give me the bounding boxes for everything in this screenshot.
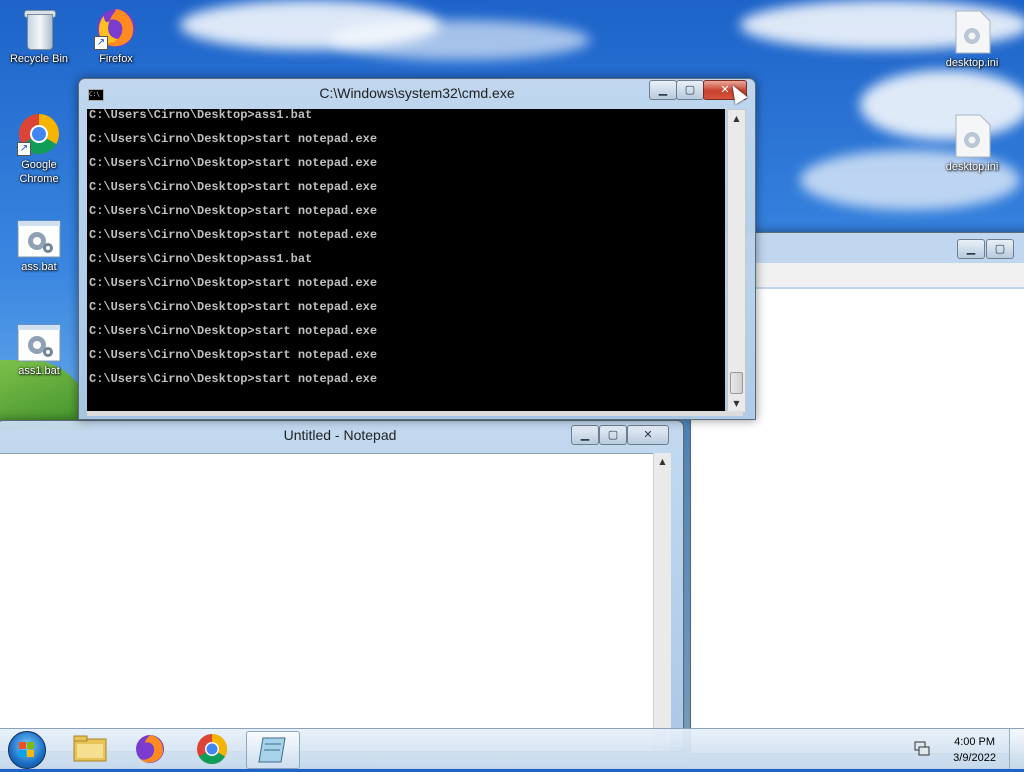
folder-icon [73, 735, 107, 762]
desktop-icon-chrome[interactable]: ↗ Google Chrome [1, 112, 77, 186]
desktop-icon-label: desktop.ini [945, 161, 999, 173]
minimize-button[interactable]: ▁ [571, 425, 599, 445]
vertical-scrollbar[interactable]: ▲ [653, 453, 671, 751]
desktop-icon-label: ass.bat [21, 261, 57, 273]
notepad-text-area[interactable] [0, 453, 671, 751]
taskbar-explorer[interactable] [64, 731, 116, 767]
notepad-icon [258, 737, 286, 763]
desktop-icon-desktop-ini-1[interactable]: desktop.ini [934, 10, 1010, 70]
cmd-window[interactable]: C:\ C:\Windows\system32\cmd.exe ▁ ▢ ✕ C:… [78, 78, 756, 420]
maximize-button[interactable]: ▢ [986, 239, 1014, 259]
notepad-window[interactable]: Untitled - Notepad ▁ ▢ ✕ ▲ [0, 420, 684, 752]
desktop-icon-label: Recycle Bin [9, 53, 69, 65]
batch-file-icon [17, 220, 61, 258]
desktop-icon-ass-bat[interactable]: ass.bat [1, 220, 77, 274]
scroll-up-arrow-icon[interactable]: ▲ [728, 110, 745, 127]
system-clock[interactable]: 4:00 PM 3/9/2022 [953, 734, 996, 766]
clock-date: 3/9/2022 [953, 752, 996, 764]
desktop-icon-label: ass1.bat [18, 365, 60, 377]
minimize-button[interactable]: ▁ [649, 80, 677, 100]
network-icon[interactable] [913, 741, 931, 757]
chrome-icon: ↗ [17, 112, 61, 156]
desktop-icon-label: Firefox [99, 53, 133, 65]
start-button[interactable] [8, 731, 46, 769]
vertical-scrollbar[interactable]: ▲ ▼ [727, 109, 746, 413]
windows-logo-icon [19, 742, 35, 758]
taskbar-firefox[interactable] [124, 731, 176, 767]
desktop-icon-ass1-bat[interactable]: ass1.bat [1, 324, 77, 378]
horizontal-scrollbar[interactable] [87, 411, 743, 416]
console-text: C:\Users\Cirno\Desktop>ass1.bat C:\Users… [89, 109, 378, 386]
minimize-button[interactable]: ▁ [957, 239, 985, 259]
maximize-button[interactable]: ▢ [676, 80, 704, 100]
settings-file-icon [952, 10, 992, 54]
scroll-down-arrow-icon[interactable]: ▼ [728, 395, 745, 412]
desktop-icon-recycle-bin[interactable]: Recycle Bin [1, 6, 77, 66]
taskbar: 4:00 PM 3/9/2022 [0, 728, 1024, 769]
batch-file-icon [17, 324, 61, 362]
settings-file-icon [952, 114, 992, 158]
console-output[interactable]: C:\Users\Cirno\Desktop>ass1.bat C:\Users… [87, 109, 725, 411]
firefox-icon [136, 735, 164, 763]
scroll-up-arrow-icon[interactable]: ▲ [654, 453, 671, 470]
clock-time: 4:00 PM [954, 736, 996, 748]
recycle-bin-icon [22, 6, 56, 50]
taskbar-chrome[interactable] [186, 731, 238, 767]
desktop-icon-desktop-ini-2[interactable]: desktop.ini [934, 114, 1010, 174]
scrollbar-thumb[interactable] [730, 372, 743, 394]
chrome-icon [197, 734, 228, 765]
maximize-button[interactable]: ▢ [599, 425, 627, 445]
show-desktop-button[interactable] [1009, 729, 1024, 769]
desktop-icon-label: desktop.ini [945, 57, 999, 69]
desktop-icon-firefox[interactable]: ↗ Firefox [78, 6, 154, 66]
taskbar-notepad[interactable] [246, 731, 300, 769]
close-button[interactable]: ✕ [627, 425, 669, 445]
desktop-icon-label: Google Chrome [19, 159, 59, 185]
firefox-icon: ↗ [94, 6, 138, 50]
